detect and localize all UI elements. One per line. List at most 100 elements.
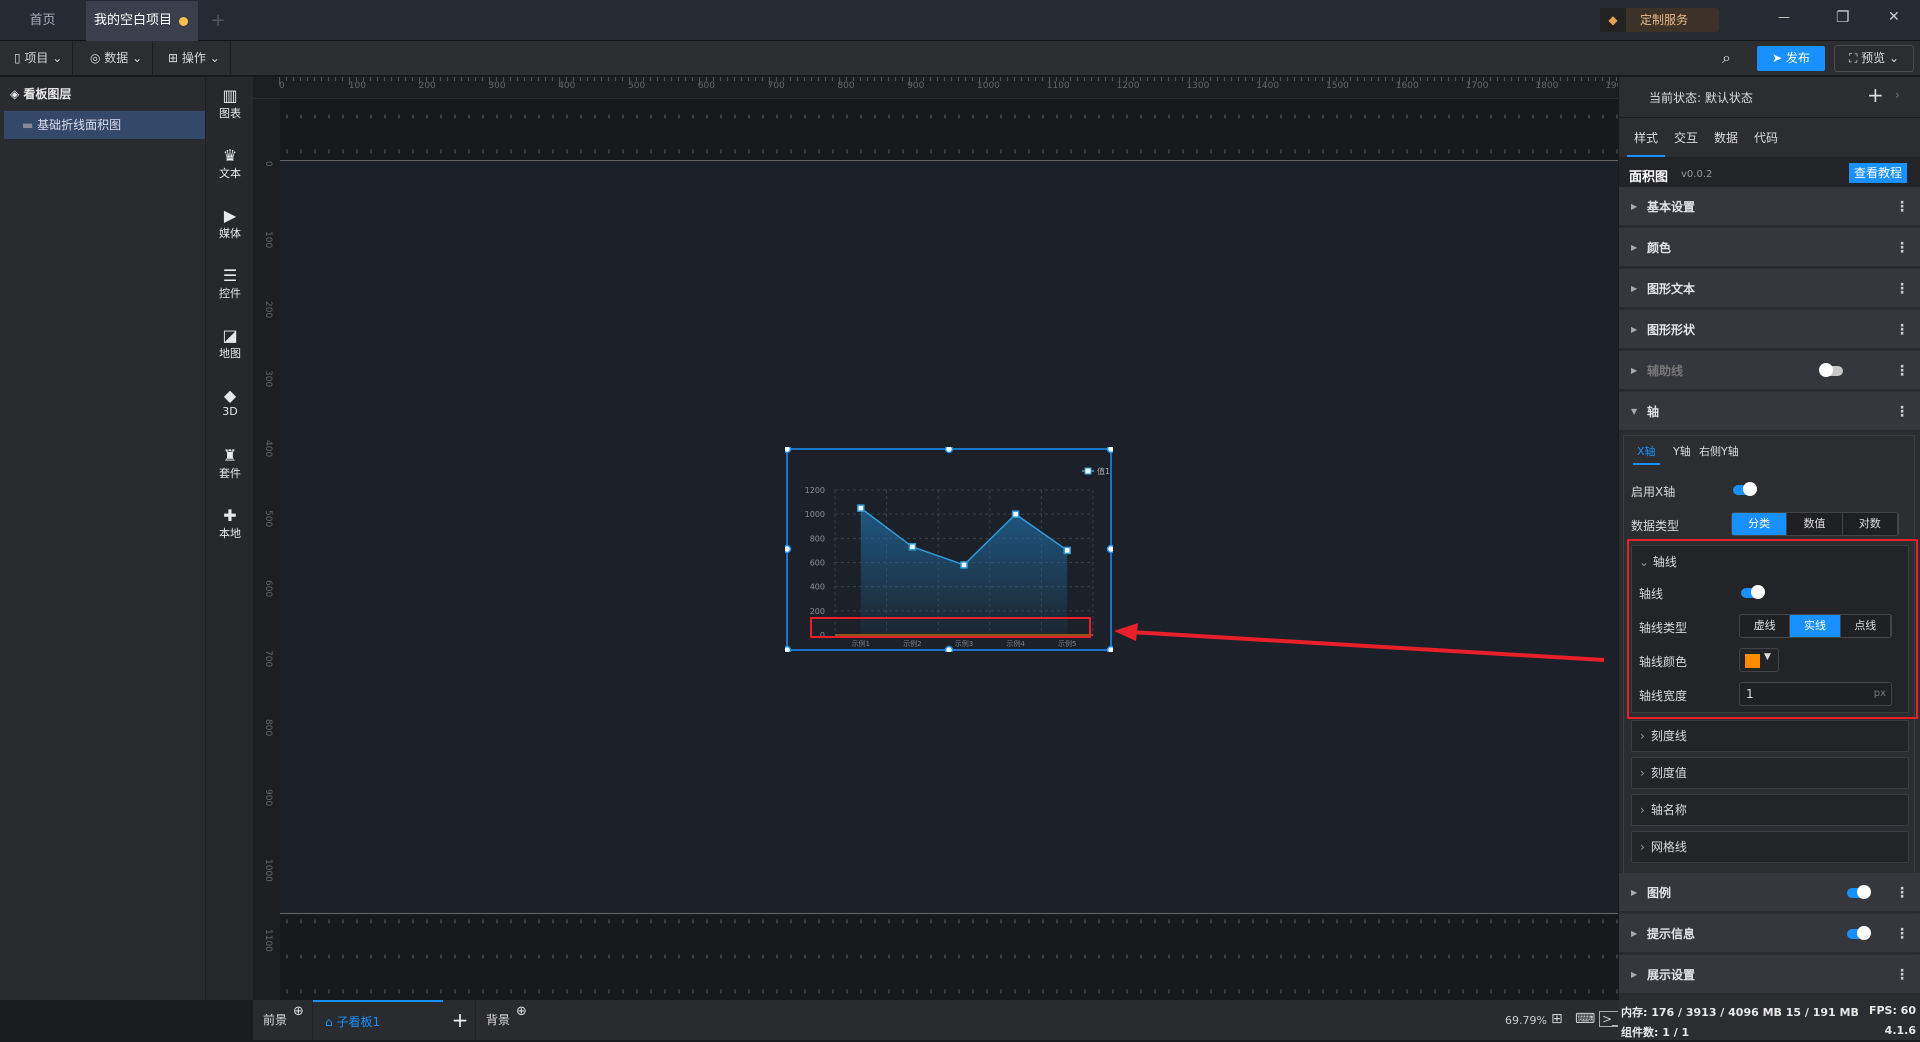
data-point[interactable] <box>1063 546 1071 555</box>
component-label: 控件 <box>219 287 241 300</box>
close-button[interactable]: ✕ <box>1888 9 1900 25</box>
axisline-color-picker[interactable]: ▼ <box>1739 648 1779 672</box>
component-camera[interactable]: ▶ 媒体 <box>206 207 254 241</box>
data-point[interactable] <box>908 543 917 551</box>
section-header[interactable]: ▼ 轴 ⋮ <box>1619 392 1920 432</box>
line-type-option[interactable]: 虚线 <box>1740 615 1791 637</box>
section-header[interactable]: ▶ 颜色 ⋮ <box>1619 228 1920 268</box>
background-tab[interactable]: 背景 ⊕ <box>475 1000 545 1040</box>
section-header[interactable]: ▶ 提示信息 ⋮ <box>1619 914 1920 954</box>
area-chart-widget[interactable]: 0 200 400 600 800 1000 1200 示例1 示例2 示例3 示例4 示例5 值1 <box>785 447 1113 652</box>
component-cube[interactable]: ◆ 3D <box>206 387 254 419</box>
add-circle-icon[interactable]: ⊕ <box>516 992 527 1032</box>
resize-handle[interactable] <box>785 447 792 454</box>
restore-button[interactable]: ❐ <box>1836 8 1849 26</box>
more-icon[interactable]: ⋮ <box>1895 914 1909 954</box>
more-icon[interactable]: ⋮ <box>1895 955 1909 995</box>
tab-home[interactable]: 首页 <box>0 1 85 41</box>
line-type-option[interactable]: 实线 <box>1790 615 1841 637</box>
data-type-option[interactable]: 数值 <box>1787 513 1843 535</box>
resize-handle[interactable] <box>1106 447 1114 454</box>
component-crown[interactable]: ♛ 文本 <box>206 147 254 181</box>
data-type-option[interactable]: 对数 <box>1843 513 1898 535</box>
menu-project[interactable]: ▯ 项目 ⌄ <box>4 41 74 76</box>
section-header[interactable]: ▶ 图形形状 ⋮ <box>1619 310 1920 350</box>
more-icon[interactable]: ⋮ <box>1895 187 1909 227</box>
enable-x-toggle[interactable] <box>1733 482 1757 496</box>
ruler-tick <box>734 77 735 81</box>
search-icon[interactable]: ⌕ <box>1722 48 1731 68</box>
resize-handle[interactable] <box>944 645 954 653</box>
axis-tab[interactable]: 右侧Y轴 <box>1695 443 1743 465</box>
keyboard-icon[interactable]: ⌨ <box>1575 1011 1595 1027</box>
publish-button[interactable]: ➤ 发布 <box>1757 46 1825 71</box>
legend-label[interactable]: 值1 <box>1097 466 1110 476</box>
axisline-width-input[interactable]: 1 px <box>1739 682 1892 706</box>
more-icon[interactable]: ⋮ <box>1895 392 1909 432</box>
data-point[interactable] <box>857 504 865 512</box>
zoom-level[interactable]: 69.79% <box>1505 1014 1547 1027</box>
resize-handle[interactable] <box>785 645 792 653</box>
more-icon[interactable]: ⋮ <box>1895 873 1909 913</box>
resize-handle[interactable] <box>785 544 792 554</box>
ruler-tick <box>1231 77 1232 81</box>
fit-screen-icon[interactable]: ⊞ <box>1551 1011 1563 1027</box>
section-header[interactable]: ▶ 图例 ⋮ <box>1619 873 1920 913</box>
chevron-right-icon[interactable]: › <box>1895 88 1900 102</box>
component-shirt[interactable]: ♜ 套件 <box>206 447 254 481</box>
tutorial-button[interactable]: 查看教程 <box>1849 163 1908 183</box>
axis-subsection[interactable]: › 轴名称 <box>1631 794 1909 826</box>
add-circle-icon[interactable]: ⊕ <box>293 992 304 1032</box>
custom-service-button[interactable]: ◆ 定制服务 <box>1600 8 1719 32</box>
foreground-tab[interactable]: 前景 ⊕ <box>253 1000 313 1040</box>
panel-tab[interactable]: 数据 <box>1707 121 1745 157</box>
section-label: 基本设置 <box>1647 200 1696 214</box>
axis-subsection[interactable]: › 网格线 <box>1631 831 1909 863</box>
section-toggle[interactable] <box>1847 926 1871 940</box>
more-icon[interactable]: ⋮ <box>1895 269 1909 309</box>
more-icon[interactable]: ⋮ <box>1895 228 1909 268</box>
add-state-button[interactable]: + <box>1867 83 1884 107</box>
more-icon[interactable]: ⋮ <box>1895 351 1909 391</box>
component-puzzle[interactable]: ✚ 本地 <box>206 507 254 541</box>
new-tab-button[interactable]: + <box>200 1 236 41</box>
component-map[interactable]: ◪ 地图 <box>206 327 254 361</box>
axis-tab[interactable]: X轴 <box>1633 443 1660 465</box>
data-point[interactable] <box>960 561 968 569</box>
line-type-option[interactable]: 点线 <box>1841 615 1891 637</box>
section-toggle[interactable] <box>1847 885 1871 899</box>
axis-subsection[interactable]: › 刻度值 <box>1631 757 1909 789</box>
tab-project[interactable]: 我的空白项目 <box>86 1 198 41</box>
layer-item[interactable]: ▬ 基础折线面积图 <box>4 111 205 139</box>
axisline-toggle[interactable] <box>1741 585 1765 599</box>
preview-button[interactable]: ⛶ 预览 ⌄ <box>1834 45 1914 72</box>
ruler-tick <box>1329 77 1330 85</box>
resize-handle[interactable] <box>944 447 954 454</box>
sub-board-tab[interactable]: ⌂ 子看板1 <box>313 1000 443 1040</box>
caret-right-icon: ▶ <box>1631 202 1638 211</box>
section-header[interactable]: ▶ 辅助线 ⋮ <box>1619 351 1920 391</box>
data-point[interactable] <box>1011 510 1020 518</box>
component-chart[interactable]: ▥ 图表 <box>206 87 254 121</box>
panel-tab[interactable]: 代码 <box>1747 121 1785 157</box>
minimize-button[interactable]: — <box>1778 10 1790 24</box>
section-header[interactable]: ▶ 图形文本 ⋮ <box>1619 269 1920 309</box>
axisline-header[interactable]: ⌄ 轴线 <box>1639 553 1677 570</box>
data-type-option[interactable]: 分类 <box>1732 513 1788 535</box>
menu-operate[interactable]: ⊞ 操作 ⌄ <box>158 41 231 76</box>
resize-handle[interactable] <box>1106 544 1114 554</box>
menu-data[interactable]: ◎ 数据 ⌄ <box>80 41 154 76</box>
more-icon[interactable]: ⋮ <box>1895 310 1909 350</box>
ruler-tick <box>839 77 840 85</box>
add-board-button[interactable]: + <box>445 1000 475 1040</box>
section-header[interactable]: ▶ 基本设置 ⋮ <box>1619 187 1920 227</box>
axis-tab[interactable]: Y轴 <box>1669 443 1695 465</box>
component-list[interactable]: ☰ 控件 <box>206 267 254 301</box>
state-value[interactable]: 默认状态 <box>1705 91 1753 105</box>
axis-subsection[interactable]: › 刻度线 <box>1631 720 1909 752</box>
guide-toggle[interactable] <box>1819 363 1843 377</box>
panel-tab[interactable]: 交互 <box>1667 121 1705 157</box>
ruler-tick <box>1490 77 1491 81</box>
section-header[interactable]: ▶ 展示设置 ⋮ <box>1619 955 1920 995</box>
panel-tab[interactable]: 样式 <box>1627 121 1665 157</box>
